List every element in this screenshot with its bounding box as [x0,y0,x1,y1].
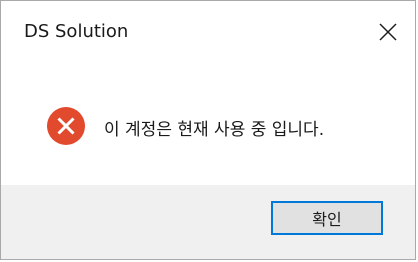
close-icon [379,23,397,41]
error-icon [47,107,85,145]
title-bar: DS Solution [1,1,415,63]
dialog-footer: 확인 [1,185,415,259]
ok-button-label: 확인 [312,210,342,229]
window-title: DS Solution [24,21,129,42]
message-dialog: DS Solution 이 계정은 현재 사용 중 입니다. 확인 [0,0,416,260]
close-button[interactable] [361,1,415,63]
dialog-body: 이 계정은 현재 사용 중 입니다. [1,63,415,187]
ok-button[interactable]: 확인 [271,201,383,235]
error-message: 이 계정은 현재 사용 중 입니다. [104,120,325,140]
